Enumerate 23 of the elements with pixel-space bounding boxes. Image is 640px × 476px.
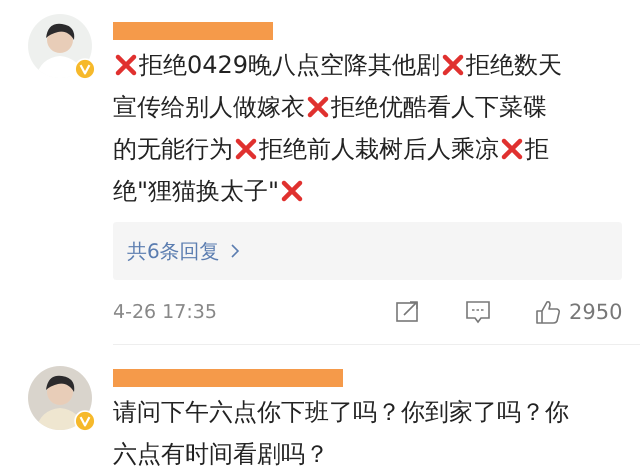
cross-mark-icon [306, 95, 330, 119]
comment-text: 拒绝前人栽树后人乘凉 [259, 134, 499, 165]
cross-mark-icon [500, 137, 524, 161]
comment-text: 拒绝数天 [466, 50, 562, 81]
cross-mark-icon [280, 179, 304, 203]
cross-mark-icon [114, 53, 138, 77]
comment-text: 请问下午六点你下班了吗？你到家了吗？你 [113, 397, 569, 428]
comment-text: 的无能行为 [113, 134, 233, 165]
cross-mark-icon [441, 53, 466, 77]
timestamp: 4-26 17:35 [113, 301, 218, 323]
chevron-right-icon [230, 243, 240, 259]
comment-text: 拒绝优酷看人下菜碟 [331, 92, 547, 123]
comment-icon[interactable] [465, 299, 491, 325]
comment-text: 六点有时间看剧吗？ [113, 439, 329, 470]
thumbs-up-icon[interactable] [535, 299, 561, 325]
cross-mark-icon [234, 137, 258, 161]
like-count: 2950 [569, 300, 622, 324]
comment-text: 拒绝0429晚八点空降其他剧 [139, 50, 440, 81]
comment-text: 拒 [525, 134, 549, 165]
comment-text: 绝"狸猫换太子" [113, 176, 280, 207]
comment-text: 宣传给别人做嫁衣 [113, 92, 305, 123]
replies-link[interactable]: 共6条回复 [127, 238, 240, 264]
share-icon[interactable] [395, 299, 421, 325]
